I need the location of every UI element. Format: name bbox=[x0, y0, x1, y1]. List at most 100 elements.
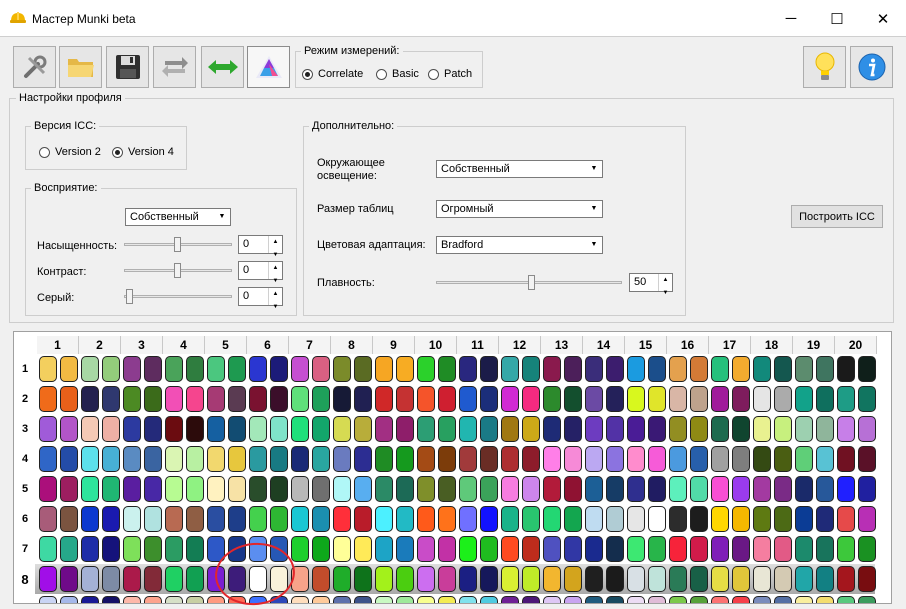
color-patch[interactable] bbox=[291, 506, 309, 532]
color-patch[interactable] bbox=[81, 416, 99, 442]
color-patch[interactable] bbox=[837, 596, 855, 603]
color-patch[interactable] bbox=[795, 356, 813, 382]
color-patch[interactable] bbox=[501, 506, 519, 532]
color-patch[interactable] bbox=[39, 416, 57, 442]
color-patch[interactable] bbox=[669, 476, 687, 502]
color-patch[interactable] bbox=[249, 506, 267, 532]
color-patch[interactable] bbox=[81, 566, 99, 592]
color-patch[interactable] bbox=[774, 386, 792, 412]
adaptation-select[interactable]: Bradford ▼ bbox=[436, 236, 603, 254]
color-patch[interactable] bbox=[606, 446, 624, 472]
color-patch[interactable] bbox=[144, 506, 162, 532]
row-header[interactable]: 8 bbox=[15, 564, 35, 594]
color-patch[interactable] bbox=[207, 596, 225, 603]
color-patch[interactable] bbox=[711, 596, 729, 603]
color-patch[interactable] bbox=[333, 416, 351, 442]
color-patch[interactable] bbox=[585, 446, 603, 472]
color-patch[interactable] bbox=[774, 476, 792, 502]
color-patch[interactable] bbox=[60, 476, 78, 502]
color-patch[interactable] bbox=[564, 536, 582, 562]
color-patch[interactable] bbox=[648, 596, 666, 603]
color-patch[interactable] bbox=[753, 596, 771, 603]
color-patch[interactable] bbox=[648, 386, 666, 412]
color-patch[interactable] bbox=[753, 476, 771, 502]
color-patch[interactable] bbox=[627, 356, 645, 382]
color-patch[interactable] bbox=[249, 416, 267, 442]
color-patch[interactable] bbox=[711, 476, 729, 502]
color-patch[interactable] bbox=[606, 476, 624, 502]
color-patch[interactable] bbox=[249, 446, 267, 472]
color-patch[interactable] bbox=[732, 506, 750, 532]
color-patch[interactable] bbox=[438, 416, 456, 442]
color-patch[interactable] bbox=[669, 506, 687, 532]
color-patch[interactable] bbox=[291, 446, 309, 472]
color-patch[interactable] bbox=[690, 476, 708, 502]
color-patch[interactable] bbox=[144, 386, 162, 412]
color-patch[interactable] bbox=[165, 566, 183, 592]
color-patch[interactable] bbox=[291, 386, 309, 412]
color-patch[interactable] bbox=[81, 386, 99, 412]
color-patch[interactable] bbox=[606, 566, 624, 592]
color-patch[interactable] bbox=[186, 506, 204, 532]
color-patch[interactable] bbox=[480, 446, 498, 472]
color-patch[interactable] bbox=[375, 356, 393, 382]
row-header[interactable]: 3 bbox=[15, 414, 35, 444]
smoothness-spinner[interactable]: 50 ▲ ▼ bbox=[629, 273, 673, 296]
color-patch[interactable] bbox=[312, 596, 330, 603]
color-patch[interactable] bbox=[480, 596, 498, 603]
color-patch[interactable] bbox=[102, 566, 120, 592]
color-patch[interactable] bbox=[207, 476, 225, 502]
color-patch[interactable] bbox=[690, 386, 708, 412]
color-patch[interactable] bbox=[81, 356, 99, 382]
contrast-slider[interactable] bbox=[124, 261, 232, 281]
color-patch[interactable] bbox=[480, 476, 498, 502]
color-patch[interactable] bbox=[711, 566, 729, 592]
color-patch[interactable] bbox=[564, 356, 582, 382]
open-button[interactable] bbox=[59, 46, 102, 88]
color-patch[interactable] bbox=[249, 386, 267, 412]
color-patch[interactable] bbox=[564, 596, 582, 603]
color-patch[interactable] bbox=[396, 446, 414, 472]
table-size-select[interactable]: Огромный ▼ bbox=[436, 200, 603, 218]
color-patch[interactable] bbox=[522, 386, 540, 412]
color-patch[interactable] bbox=[627, 446, 645, 472]
color-patch[interactable] bbox=[795, 416, 813, 442]
color-patch[interactable] bbox=[291, 476, 309, 502]
color-patch[interactable] bbox=[354, 506, 372, 532]
color-patch[interactable] bbox=[795, 596, 813, 603]
color-patch[interactable] bbox=[165, 596, 183, 603]
color-patch[interactable] bbox=[123, 446, 141, 472]
color-patch[interactable] bbox=[459, 566, 477, 592]
color-patch[interactable] bbox=[522, 416, 540, 442]
color-patch[interactable] bbox=[375, 386, 393, 412]
color-patch[interactable] bbox=[39, 596, 57, 603]
color-patch[interactable] bbox=[60, 536, 78, 562]
minimize-button[interactable]: ─ bbox=[768, 0, 814, 37]
color-patch[interactable] bbox=[627, 596, 645, 603]
color-patch[interactable] bbox=[228, 356, 246, 382]
color-patch[interactable] bbox=[186, 356, 204, 382]
color-patch[interactable] bbox=[837, 386, 855, 412]
color-patch[interactable] bbox=[102, 386, 120, 412]
color-patch[interactable] bbox=[585, 416, 603, 442]
color-patch[interactable] bbox=[396, 386, 414, 412]
color-patch[interactable] bbox=[396, 536, 414, 562]
color-patch[interactable] bbox=[627, 536, 645, 562]
color-patch[interactable] bbox=[732, 356, 750, 382]
row-header[interactable]: 7 bbox=[15, 534, 35, 564]
color-patch[interactable] bbox=[438, 566, 456, 592]
color-patch[interactable] bbox=[459, 536, 477, 562]
color-patch[interactable] bbox=[627, 416, 645, 442]
smoothness-slider[interactable] bbox=[436, 273, 622, 293]
color-patch[interactable] bbox=[417, 536, 435, 562]
color-patch[interactable] bbox=[858, 506, 876, 532]
color-patch[interactable] bbox=[165, 506, 183, 532]
color-patch[interactable] bbox=[795, 446, 813, 472]
color-patch[interactable] bbox=[669, 416, 687, 442]
color-patch[interactable] bbox=[858, 446, 876, 472]
maximize-button[interactable]: ☐ bbox=[814, 0, 860, 37]
color-patch[interactable] bbox=[585, 536, 603, 562]
compare-button[interactable] bbox=[201, 46, 244, 88]
color-patch[interactable] bbox=[312, 506, 330, 532]
color-patch[interactable] bbox=[795, 536, 813, 562]
